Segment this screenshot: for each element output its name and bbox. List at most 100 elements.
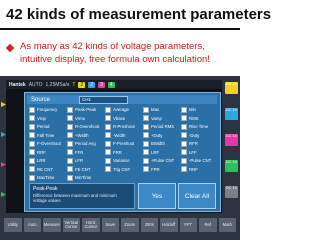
parameter-item[interactable]: F-Overshoot — [29, 140, 65, 148]
parameter-item[interactable]: Rise Time — [181, 123, 217, 131]
parameter-item[interactable]: Vbase — [105, 115, 141, 123]
checkbox-icon[interactable] — [29, 115, 35, 122]
parameter-item[interactable]: R-Overshoot — [67, 123, 103, 131]
parameter-item[interactable]: FE CNT — [67, 166, 103, 174]
checkbox-icon[interactable] — [29, 140, 35, 147]
yes-button[interactable]: Yes — [138, 183, 176, 209]
checkbox-icon[interactable] — [29, 132, 35, 139]
parameter-item[interactable]: RE CNT — [29, 166, 65, 174]
checkbox-icon[interactable] — [181, 157, 187, 164]
checkbox-icon[interactable] — [67, 123, 73, 130]
checkbox-icon[interactable] — [105, 140, 111, 147]
channel-coupling-chip[interactable]: DC 1X — [225, 186, 238, 198]
softkey-button[interactable]: Math — [218, 218, 236, 232]
checkbox-icon[interactable] — [67, 106, 73, 113]
checkbox-icon[interactable] — [67, 166, 73, 173]
checkbox-icon[interactable] — [181, 123, 187, 130]
parameter-item[interactable]: MinTime — [67, 174, 103, 182]
checkbox-icon[interactable] — [29, 106, 35, 113]
checkbox-icon[interactable] — [181, 166, 187, 173]
softkey-button[interactable]: Zoom — [121, 218, 139, 232]
parameter-item[interactable]: Period RMS — [143, 123, 179, 131]
parameter-item[interactable]: Trig CNT — [105, 166, 141, 174]
softkey-button[interactable]: Ref — [199, 218, 217, 232]
softkey-button[interactable]: Auto — [23, 218, 41, 232]
parameter-item[interactable]: Peak-Peak — [67, 106, 103, 114]
parameter-item[interactable]: F-Preshoot — [105, 140, 141, 148]
checkbox-icon[interactable] — [29, 157, 35, 164]
parameter-item[interactable]: Max — [143, 106, 179, 114]
checkbox-icon[interactable] — [67, 140, 73, 147]
checkbox-icon[interactable] — [143, 132, 149, 139]
checkbox-icon[interactable] — [181, 140, 187, 147]
checkbox-icon[interactable] — [143, 149, 149, 156]
parameter-item[interactable]: +Width — [67, 132, 103, 140]
parameter-item[interactable]: -Pulse CNT — [181, 157, 217, 165]
softkey-button[interactable]: Save — [101, 218, 119, 232]
softkey-button[interactable]: Horiz Cursor — [82, 218, 100, 232]
checkbox-icon[interactable] — [181, 106, 187, 113]
channel-coupling-chip[interactable]: DC 1X — [225, 82, 238, 94]
parameter-item[interactable]: LRR — [29, 157, 65, 165]
parameter-item[interactable]: Average — [105, 106, 141, 114]
checkbox-icon[interactable] — [143, 140, 149, 147]
parameter-item[interactable]: -Duty — [181, 132, 217, 140]
parameter-item[interactable]: +Pulse CNT — [143, 157, 179, 165]
checkbox-icon[interactable] — [67, 115, 73, 122]
parameter-item[interactable]: FFR — [67, 149, 103, 157]
parameter-item[interactable]: R-Preshoot — [105, 123, 141, 131]
softkey-button[interactable]: Holdoff — [160, 218, 178, 232]
checkbox-icon[interactable] — [29, 123, 35, 130]
parameter-item[interactable]: FPR — [143, 166, 179, 174]
parameter-item[interactable]: RMS — [181, 115, 217, 123]
parameter-item[interactable]: -Width — [105, 132, 141, 140]
softkey-button[interactable]: Utility — [4, 218, 22, 232]
checkbox-icon[interactable] — [105, 166, 111, 173]
parameter-item[interactable]: RFR — [181, 140, 217, 148]
source-select[interactable]: CH1 — [79, 95, 128, 104]
checkbox-icon[interactable] — [181, 132, 187, 139]
checkbox-icon[interactable] — [105, 115, 111, 122]
parameter-item[interactable]: Frequency — [29, 106, 65, 114]
checkbox-icon[interactable] — [105, 157, 111, 164]
parameter-item[interactable]: LFR — [67, 157, 103, 165]
parameter-item[interactable]: Vamp — [143, 115, 179, 123]
checkbox-icon[interactable] — [143, 115, 149, 122]
checkbox-icon[interactable] — [181, 115, 187, 122]
parameter-item[interactable]: Variance — [105, 157, 141, 165]
checkbox-icon[interactable] — [67, 157, 73, 164]
parameter-item[interactable]: Vrms — [67, 115, 103, 123]
parameter-item[interactable]: BWidth — [143, 140, 179, 148]
checkbox-icon[interactable] — [143, 106, 149, 113]
parameter-item[interactable]: RRF — [29, 149, 65, 157]
checkbox-icon[interactable] — [29, 174, 35, 181]
softkey-button[interactable]: Measure — [43, 218, 61, 232]
checkbox-icon[interactable] — [143, 166, 149, 173]
checkbox-icon[interactable] — [67, 132, 73, 139]
softkey-button[interactable]: Vertical Cursor — [62, 218, 80, 232]
checkbox-icon[interactable] — [105, 123, 111, 130]
parameter-item[interactable]: Vrop — [29, 115, 65, 123]
parameter-item[interactable]: Period Avg — [67, 140, 103, 148]
checkbox-icon[interactable] — [105, 149, 111, 156]
softkey-button[interactable]: FFT — [179, 218, 197, 232]
softkey-button[interactable]: 200s — [140, 218, 158, 232]
checkbox-icon[interactable] — [29, 149, 35, 156]
parameter-item[interactable]: LFF — [181, 149, 217, 157]
parameter-item[interactable]: MaxTime — [29, 174, 65, 182]
checkbox-icon[interactable] — [143, 123, 149, 130]
checkbox-icon[interactable] — [105, 106, 111, 113]
parameter-item[interactable]: LRF — [143, 149, 179, 157]
parameter-item[interactable]: +Duty — [143, 132, 179, 140]
clear-all-button[interactable]: Clear All — [178, 183, 216, 209]
checkbox-icon[interactable] — [67, 149, 73, 156]
channel-coupling-chip[interactable]: DC 1X — [225, 160, 238, 172]
parameter-item[interactable]: RRF — [181, 166, 217, 174]
checkbox-icon[interactable] — [29, 166, 35, 173]
parameter-item[interactable]: FRR — [105, 149, 141, 157]
checkbox-icon[interactable] — [105, 132, 111, 139]
parameter-item[interactable]: Fall Time — [29, 132, 65, 140]
parameter-item[interactable]: Min — [181, 106, 217, 114]
checkbox-icon[interactable] — [67, 174, 73, 181]
channel-coupling-chip[interactable]: DC 1X — [225, 108, 238, 120]
